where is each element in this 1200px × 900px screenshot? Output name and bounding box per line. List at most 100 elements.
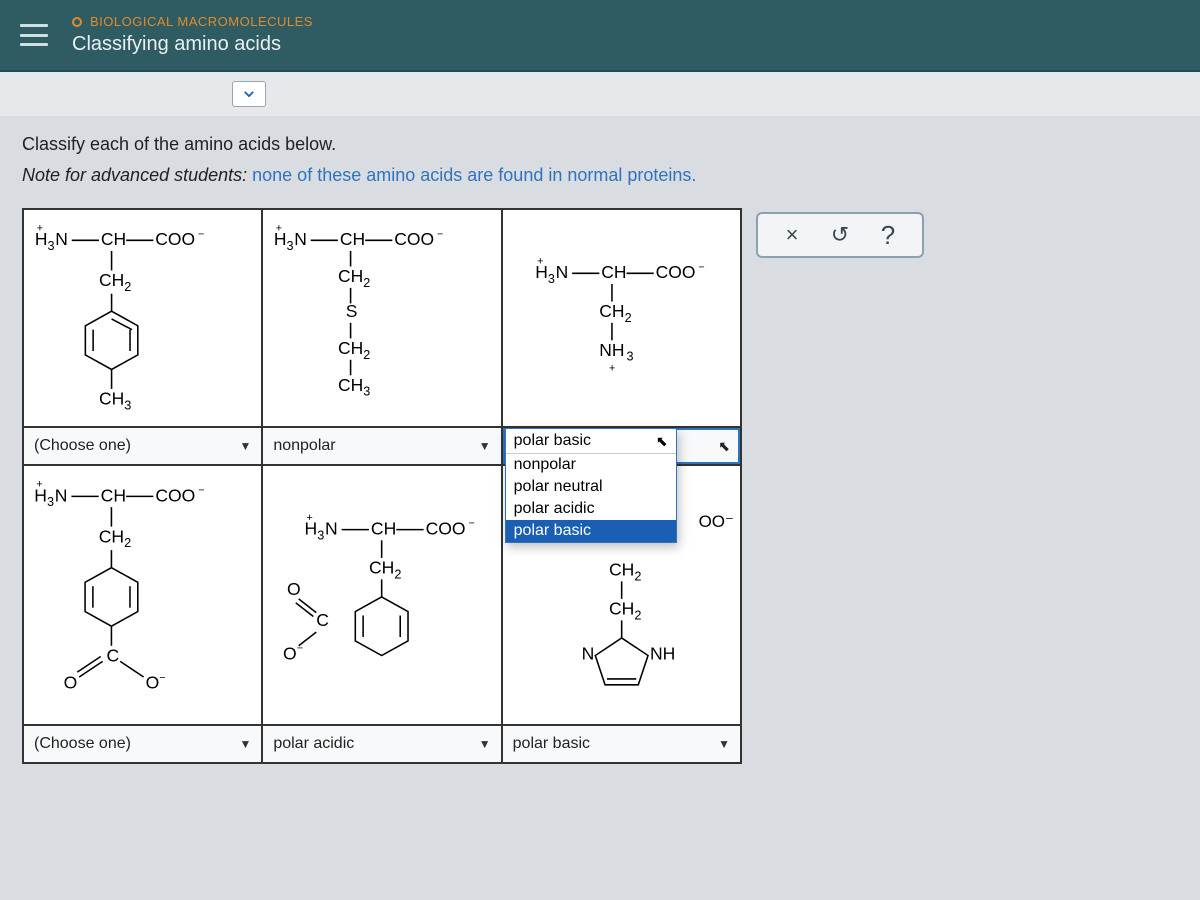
classification-select-4[interactable]: (Choose one) ▼ xyxy=(24,726,261,762)
grid-row-select-2: (Choose one) ▼ polar acidic ▼ polar basi… xyxy=(23,725,741,763)
svg-text:CH: CH xyxy=(371,518,396,538)
classification-select-2[interactable]: nonpolar ▼ xyxy=(263,428,500,464)
breadcrumb-label: BIOLOGICAL MACROMOLECULES xyxy=(90,14,313,29)
svg-text:CH: CH xyxy=(338,266,363,286)
answer-toolbox: × ↺ ? xyxy=(756,212,924,258)
app-header: BIOLOGICAL MACROMOLECULES Classifying am… xyxy=(0,0,1200,72)
select-label: nonpolar xyxy=(273,437,335,455)
reset-button[interactable]: ↺ xyxy=(825,220,855,250)
svg-text:−: − xyxy=(698,261,704,273)
select-cell-6: polar basic ▼ xyxy=(502,725,741,763)
svg-text:2: 2 xyxy=(364,276,371,290)
clear-button[interactable]: × xyxy=(777,220,807,250)
select-cell-1: (Choose one) ▼ xyxy=(23,427,262,465)
note-lead: Note for advanced students: xyxy=(22,165,247,185)
triangle-down-icon: ▼ xyxy=(479,737,491,751)
menu-icon[interactable] xyxy=(20,24,48,46)
page-title: Classifying amino acids xyxy=(72,33,313,56)
classification-select-5[interactable]: polar acidic ▼ xyxy=(263,726,500,762)
close-icon: × xyxy=(786,222,799,248)
svg-text:H: H xyxy=(34,485,47,505)
svg-text:O: O xyxy=(146,673,160,693)
svg-text:+: + xyxy=(609,362,615,374)
svg-text:−: − xyxy=(198,484,204,496)
svg-text:−: − xyxy=(437,228,443,240)
svg-text:CH: CH xyxy=(99,270,124,290)
question-note: Note for advanced students: none of thes… xyxy=(22,165,1178,186)
dropdown-current[interactable]: polar basic ⬉ xyxy=(506,429,676,454)
dropdown-option-polar-basic[interactable]: polar basic xyxy=(506,520,676,542)
svg-text:N: N xyxy=(555,262,568,282)
dropdown-option-nonpolar[interactable]: nonpolar xyxy=(506,454,676,476)
svg-text:CH: CH xyxy=(338,375,363,395)
svg-text:CH: CH xyxy=(101,485,126,505)
dropdown-option-polar-neutral[interactable]: polar neutral xyxy=(506,476,676,498)
triangle-down-icon: ▼ xyxy=(239,439,251,453)
structure-cell-2: + H3N CH COO− CH2 S CH2 xyxy=(262,209,501,427)
structure-3: + H3N CH COO− CH2 NH3 + xyxy=(509,216,734,420)
grid-row-structures-1: + H3N CH COO− CH2 xyxy=(23,209,741,427)
svg-text:NH: NH xyxy=(650,643,675,663)
svg-text:3: 3 xyxy=(547,272,554,286)
svg-text:3: 3 xyxy=(287,239,294,253)
svg-text:N: N xyxy=(55,485,68,505)
reset-icon: ↺ xyxy=(831,222,849,248)
structure-cell-4: + H3N CH COO− CH2 xyxy=(23,465,262,725)
svg-text:COO: COO xyxy=(426,518,466,538)
svg-text:3: 3 xyxy=(626,350,633,364)
svg-text:H: H xyxy=(274,229,287,249)
breadcrumb-dot-icon xyxy=(72,17,82,27)
amino-acid-grid: + H3N CH COO− CH2 xyxy=(22,208,742,764)
cursor-icon: ⬉ xyxy=(718,438,730,455)
svg-text:CH: CH xyxy=(99,526,124,546)
svg-text:N: N xyxy=(325,518,338,538)
svg-text:CH: CH xyxy=(609,599,634,619)
sub-toolbar xyxy=(0,72,1200,116)
svg-text:3: 3 xyxy=(124,398,131,412)
svg-text:−: − xyxy=(159,672,165,684)
svg-text:2: 2 xyxy=(395,567,402,581)
svg-text:2: 2 xyxy=(364,348,371,362)
classification-select-6[interactable]: polar basic ▼ xyxy=(503,726,740,762)
svg-text:COO: COO xyxy=(395,229,435,249)
select-label: polar acidic xyxy=(273,735,354,753)
svg-text:O: O xyxy=(283,643,297,663)
svg-text:CH: CH xyxy=(340,229,365,249)
svg-text:H: H xyxy=(535,262,548,282)
svg-text:NH: NH xyxy=(599,340,624,360)
select-cell-3: polar basic ⬉ polar basic ⬉ nonpolar pol… xyxy=(502,427,741,465)
header-text: BIOLOGICAL MACROMOLECULES Classifying am… xyxy=(72,14,313,56)
structure-2: + H3N CH COO− CH2 S CH2 xyxy=(269,216,494,420)
expand-button[interactable] xyxy=(232,81,266,107)
svg-text:3: 3 xyxy=(47,239,54,253)
svg-text:H: H xyxy=(305,518,318,538)
svg-text:N: N xyxy=(55,229,68,249)
select-cell-5: polar acidic ▼ xyxy=(262,725,501,763)
select-cell-2: nonpolar ▼ xyxy=(262,427,501,465)
classification-select-1[interactable]: (Choose one) ▼ xyxy=(24,428,261,464)
svg-text:COO: COO xyxy=(155,229,195,249)
help-icon: ? xyxy=(881,220,895,251)
svg-text:CH: CH xyxy=(601,262,626,282)
select-cell-4: (Choose one) ▼ xyxy=(23,725,262,763)
svg-text:3: 3 xyxy=(318,528,325,542)
structure-cell-5: + H3N CH COO− CH2 xyxy=(262,465,501,725)
grid-row-select-1: (Choose one) ▼ nonpolar ▼ polar basic ⬉ xyxy=(23,427,741,465)
svg-text:3: 3 xyxy=(364,385,371,399)
structure-4: + H3N CH COO− CH2 xyxy=(30,472,255,718)
content-area: Classify each of the amino acids below. … xyxy=(0,116,1200,782)
structure-1: + H3N CH COO− CH2 xyxy=(30,216,255,420)
triangle-down-icon: ▼ xyxy=(239,737,251,751)
svg-text:2: 2 xyxy=(634,569,641,583)
help-button[interactable]: ? xyxy=(873,220,903,250)
note-rest: none of these amino acids are found in n… xyxy=(247,165,696,185)
svg-text:C: C xyxy=(107,645,120,665)
svg-text:COO: COO xyxy=(155,485,195,505)
chevron-down-icon xyxy=(242,87,256,101)
triangle-down-icon: ▼ xyxy=(718,737,730,751)
dropdown-option-polar-acidic[interactable]: polar acidic xyxy=(506,498,676,520)
svg-text:CH: CH xyxy=(338,338,363,358)
select-label: polar basic xyxy=(513,735,590,753)
svg-text:3: 3 xyxy=(47,495,54,509)
question-prompt: Classify each of the amino acids below. xyxy=(22,134,1178,155)
